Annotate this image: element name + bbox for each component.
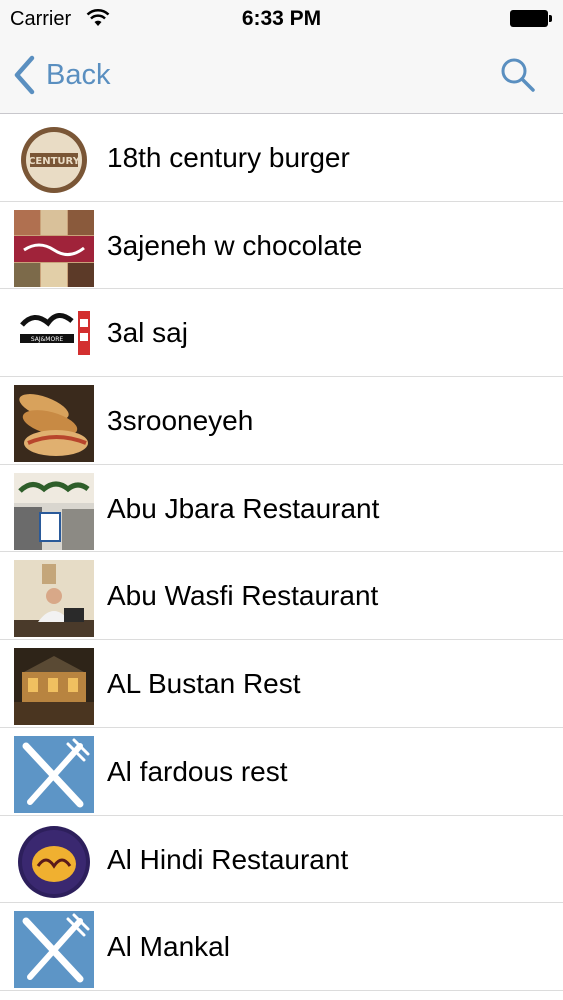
list-item[interactable]: Abu Wasfi Restaurant — [0, 552, 563, 641]
back-button[interactable]: Back — [12, 53, 110, 97]
restaurant-logo: SAJ&MORE — [14, 297, 94, 375]
restaurant-logo: CENTURY — [14, 122, 94, 199]
back-label: Back — [46, 58, 111, 91]
restaurant-name: 18th century burger — [107, 142, 350, 173]
restaurant-name: Al fardous rest — [107, 755, 288, 787]
logo-text: CENTURY — [28, 156, 81, 167]
restaurant-photo — [14, 648, 94, 726]
restaurant-name: Abu Jbara Restaurant — [107, 492, 380, 524]
battery-icon — [510, 10, 552, 27]
list-item[interactable]: Al fardous rest — [0, 728, 563, 816]
restaurant-name: 3srooneyeh — [107, 405, 254, 437]
list-item[interactable]: AL Bustan Rest — [0, 640, 563, 728]
navigation-bar: Back — [0, 40, 563, 114]
restaurant-photo — [14, 560, 94, 638]
restaurant-logo — [14, 823, 94, 901]
clock-label: 6:33 PM — [241, 7, 322, 30]
restaurant-name: Al Hindi Restaurant — [107, 843, 349, 875]
restaurant-photo — [14, 385, 94, 463]
restaurant-name: 3al saj — [107, 317, 188, 349]
restaurant-list: CENTURY 18th century burger 3ajeneh w ch… — [0, 114, 563, 991]
list-item[interactable]: CENTURY 18th century burger — [0, 114, 563, 202]
list-item[interactable]: Al Hindi Restaurant — [0, 816, 563, 904]
restaurant-name: Al Mankal — [107, 931, 230, 963]
list-item[interactable]: 3ajeneh w chocolate — [0, 202, 563, 290]
list-item[interactable]: Al Mankal — [0, 903, 563, 991]
logo-text: SAJ&MORE — [31, 336, 64, 343]
chevron-left-icon — [14, 55, 35, 95]
search-icon[interactable] — [499, 56, 537, 94]
restaurant-name: AL Bustan Rest — [107, 668, 301, 700]
status-bar: Carrier 6:33 PM — [0, 0, 563, 40]
utensils-icon — [14, 911, 94, 989]
utensils-icon — [14, 735, 94, 813]
restaurant-name: 3ajeneh w chocolate — [107, 229, 363, 261]
restaurant-photo — [14, 472, 94, 550]
list-item[interactable]: 3srooneyeh — [0, 377, 563, 465]
list-item[interactable]: SAJ&MORE 3al saj — [0, 289, 563, 378]
list-item[interactable]: Abu Jbara Restaurant — [0, 465, 563, 553]
restaurant-photo — [14, 209, 94, 287]
restaurant-name: Abu Wasfi Restaurant — [107, 580, 379, 612]
